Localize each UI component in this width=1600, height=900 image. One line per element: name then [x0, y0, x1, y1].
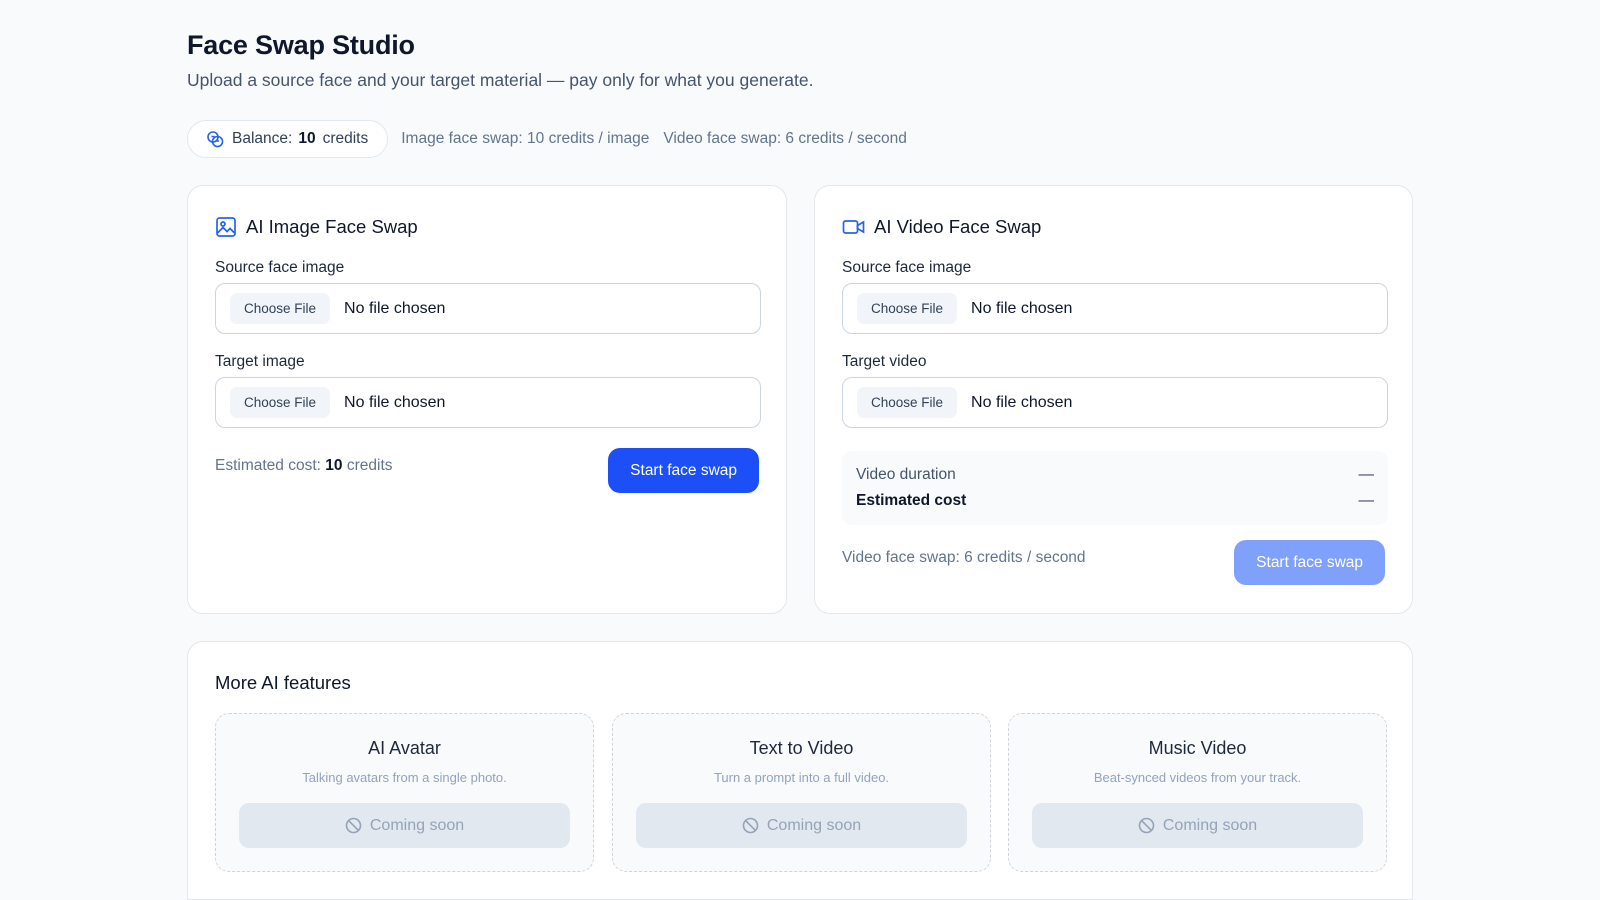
source-face-file-input[interactable]: Choose File No file chosen	[842, 283, 1388, 334]
feature-text-to-video: Text to Video Turn a prompt into a full …	[612, 713, 991, 872]
coming-soon-label: Coming soon	[369, 816, 465, 834]
more-features-card: More AI features AI Avatar Talking avata…	[187, 641, 1413, 900]
balance-badge: Balance: 10 credits	[187, 120, 389, 158]
target-image-file-input[interactable]: Choose File No file chosen	[215, 377, 761, 428]
estimated-cost-value: —	[1358, 492, 1375, 509]
image-rate: Image face swap: 10 credits / image	[401, 130, 650, 147]
cost-unit: credits	[346, 457, 393, 474]
start-video-face-swap-button[interactable]: Start face swap	[1234, 540, 1385, 585]
feature-description: Turn a prompt into a full video.	[713, 770, 890, 785]
feature-description: Talking avatars from a single photo.	[302, 770, 507, 785]
video-icon	[842, 220, 865, 234]
feature-title: Text to Video	[749, 738, 854, 758]
file-status: No file chosen	[344, 393, 446, 411]
ban-icon	[742, 817, 759, 834]
video-rate: Video face swap: 6 credits / second	[663, 130, 907, 147]
coming-soon-button[interactable]: Coming soon	[239, 803, 570, 848]
source-face-label: Source face image	[215, 259, 345, 276]
coming-soon-button[interactable]: Coming soon	[636, 803, 967, 848]
coming-soon-label: Coming soon	[766, 816, 862, 834]
choose-file-button[interactable]: Choose File	[230, 293, 331, 324]
cost-value: 10	[325, 457, 343, 474]
video-duration-row: Video duration —	[856, 466, 1374, 484]
choose-file-button[interactable]: Choose File	[857, 387, 958, 418]
file-status: No file chosen	[344, 299, 446, 317]
coins-icon	[207, 131, 224, 148]
pricing-bar: Balance: 10 credits Image face swap: 10 …	[187, 120, 907, 158]
video-cost-summary: Video duration — Estimated cost —	[842, 451, 1388, 525]
video-face-swap-card: AI Video Face Swap Source face image Cho…	[814, 185, 1413, 614]
target-image-label: Target image	[215, 353, 305, 370]
file-status: No file chosen	[971, 299, 1073, 317]
page-subtitle: Upload a source face and your target mat…	[187, 70, 814, 90]
estimated-cost-label: Estimated cost	[856, 492, 967, 509]
more-features-title: More AI features	[215, 672, 351, 693]
feature-title: Music Video	[1148, 738, 1247, 758]
video-card-header: AI Video Face Swap	[842, 216, 1041, 238]
coming-soon-label: Coming soon	[1162, 816, 1258, 834]
balance-label: Balance:	[232, 130, 293, 147]
choose-file-button[interactable]: Choose File	[230, 387, 331, 418]
feature-ai-avatar: AI Avatar Talking avatars from a single …	[215, 713, 594, 872]
video-rate-note: Video face swap: 6 credits / second	[842, 549, 1086, 566]
video-duration-value: —	[1358, 466, 1375, 483]
source-face-file-input[interactable]: Choose File No file chosen	[215, 283, 761, 334]
image-estimated-cost: Estimated cost: 10 credits	[215, 457, 393, 475]
estimated-cost-row: Estimated cost —	[856, 492, 1374, 510]
video-duration-label: Video duration	[856, 466, 956, 483]
feature-title: AI Avatar	[368, 738, 441, 758]
target-video-file-input[interactable]: Choose File No file chosen	[842, 377, 1388, 428]
feature-music-video: Music Video Beat-synced videos from your…	[1008, 713, 1387, 872]
feature-description: Beat-synced videos from your track.	[1093, 770, 1302, 785]
ban-icon	[1138, 817, 1155, 834]
balance-unit: credits	[322, 130, 369, 147]
image-card-title: AI Image Face Swap	[246, 216, 418, 237]
target-video-label: Target video	[842, 353, 927, 370]
video-card-title: AI Video Face Swap	[874, 216, 1042, 237]
source-face-label: Source face image	[842, 259, 972, 276]
start-image-face-swap-button[interactable]: Start face swap	[608, 448, 759, 493]
balance-amount: 10	[298, 130, 316, 147]
coming-soon-button[interactable]: Coming soon	[1032, 803, 1363, 848]
ban-icon	[345, 817, 362, 834]
image-icon	[216, 217, 236, 237]
cost-prefix: Estimated cost:	[215, 457, 321, 474]
image-face-swap-card: AI Image Face Swap Source face image Cho…	[187, 185, 787, 614]
page-title: Face Swap Studio	[187, 30, 415, 60]
file-status: No file chosen	[971, 393, 1073, 411]
image-card-header: AI Image Face Swap	[215, 216, 418, 238]
choose-file-button[interactable]: Choose File	[857, 293, 958, 324]
